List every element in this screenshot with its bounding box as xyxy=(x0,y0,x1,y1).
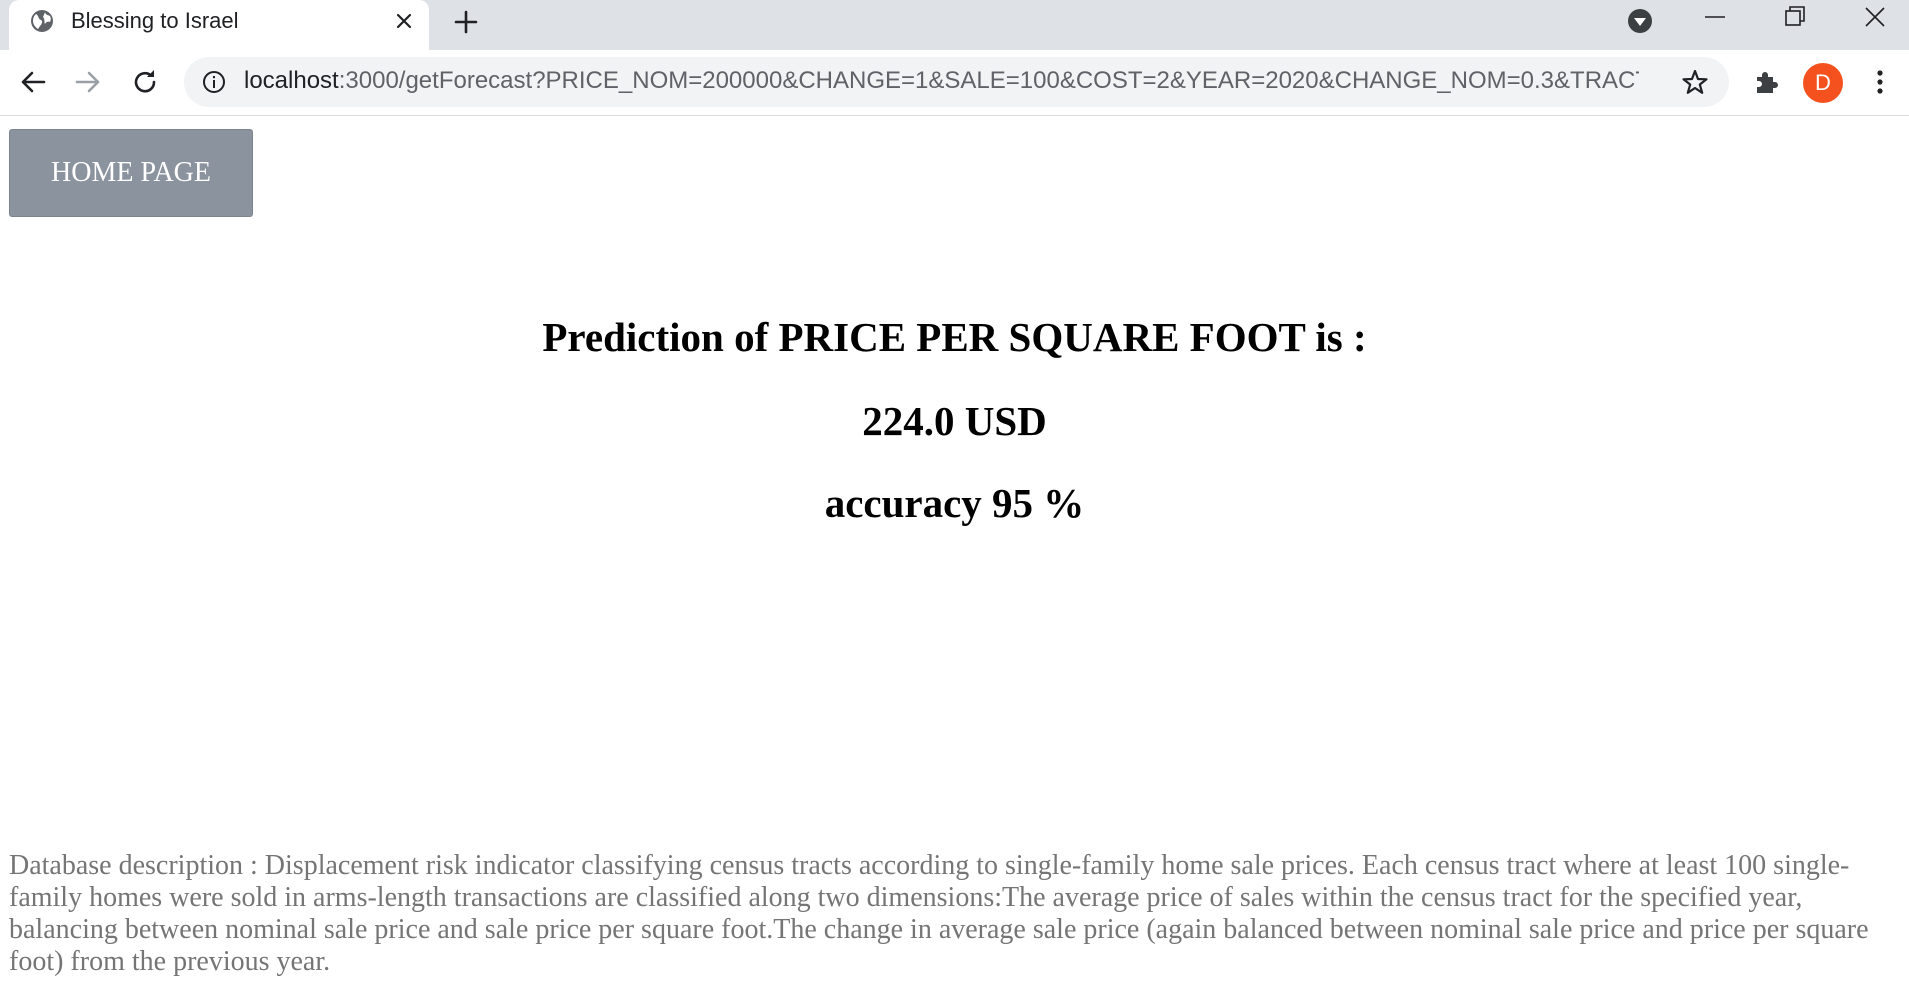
database-description: Database description : Displacement risk… xyxy=(9,850,1869,977)
address-bar[interactable]: localhost:3000/getForecast?PRICE_NOM=200… xyxy=(184,57,1729,107)
reload-icon[interactable] xyxy=(130,67,160,97)
plus-icon[interactable] xyxy=(452,8,480,36)
url-text[interactable]: localhost:3000/getForecast?PRICE_NOM=200… xyxy=(244,67,1639,95)
close-icon[interactable] xyxy=(393,10,415,32)
tab-title: Blessing to Israel xyxy=(71,8,239,33)
star-icon[interactable] xyxy=(1681,68,1709,96)
tab-strip: Blessing to Israel xyxy=(0,0,1909,50)
browser-tab[interactable]: Blessing to Israel xyxy=(9,0,429,50)
back-arrow-icon[interactable] xyxy=(18,67,48,97)
prediction-value: 224.0 USD xyxy=(862,398,1047,444)
info-icon[interactable] xyxy=(202,70,226,94)
restore-icon[interactable] xyxy=(1783,4,1807,28)
globe-icon xyxy=(30,9,54,33)
kebab-menu-icon[interactable] xyxy=(1866,68,1894,96)
home-page-button[interactable]: HOME PAGE xyxy=(9,129,253,217)
url-host: localhost xyxy=(244,67,339,94)
minimize-icon[interactable] xyxy=(1703,5,1727,29)
tab-search-icon[interactable] xyxy=(1626,7,1654,35)
url-path: :3000/getForecast?PRICE_NOM=200000&CHANG… xyxy=(338,67,1639,94)
window-close-icon[interactable] xyxy=(1862,4,1888,30)
accuracy-text: accuracy 95 % xyxy=(824,480,1085,526)
avatar[interactable]: D xyxy=(1803,63,1843,103)
prediction-heading: Prediction of PRICE PER SQUARE FOOT is : xyxy=(542,314,1367,360)
browser-toolbar: localhost:3000/getForecast?PRICE_NOM=200… xyxy=(0,50,1909,116)
puzzle-icon[interactable] xyxy=(1752,68,1780,96)
forward-arrow-icon[interactable] xyxy=(73,67,103,97)
